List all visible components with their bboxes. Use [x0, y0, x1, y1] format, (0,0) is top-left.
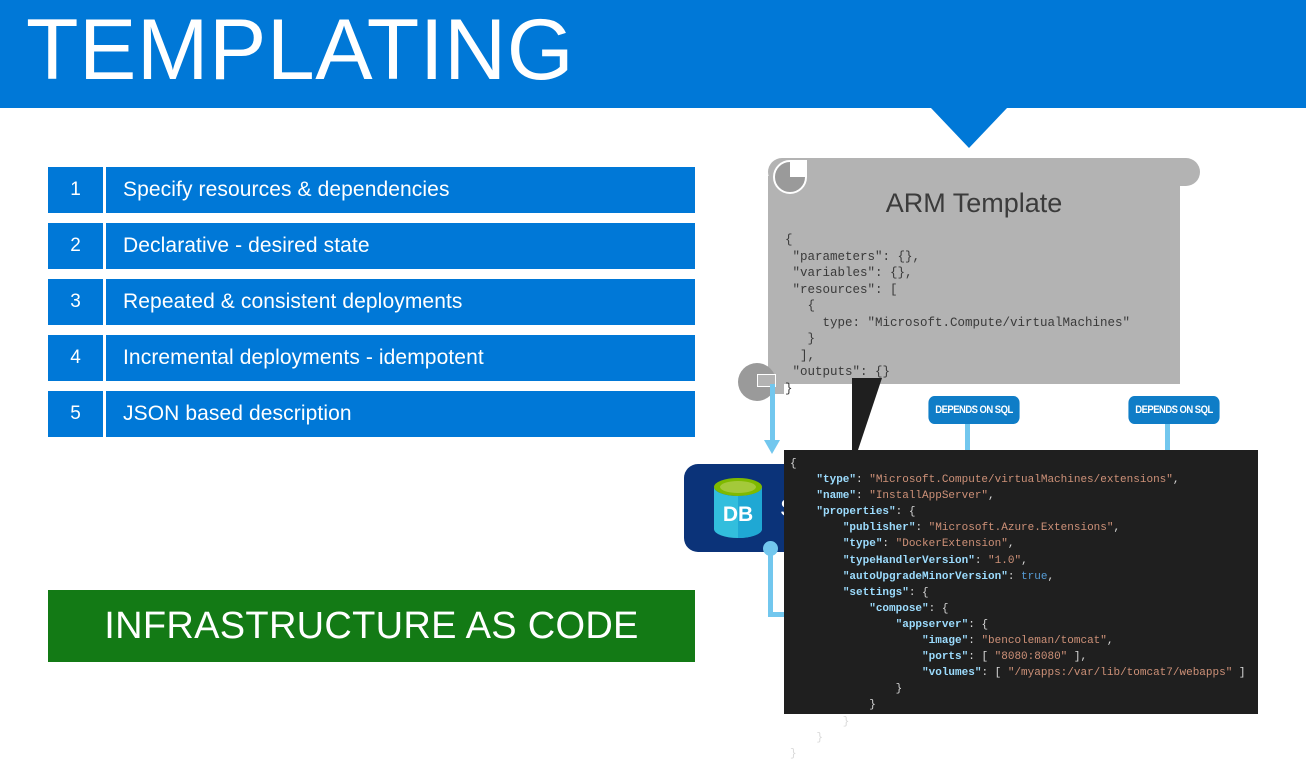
badge-label: DEPENDS ON SQL [1135, 404, 1213, 416]
badge-label: DEPENDS ON SQL [935, 404, 1013, 416]
connector-arm-to-sql [770, 384, 775, 446]
list-item[interactable]: 5 JSON based description [48, 391, 695, 437]
scroll-curl-top-left-notch [790, 160, 807, 177]
list-item-label: Specify resources & dependencies [123, 178, 450, 201]
title-banner: TEMPLATING [0, 0, 1306, 108]
list-item-number: 2 [48, 223, 106, 269]
connector-arrow-head-icon [764, 440, 780, 454]
list-item-number: 4 [48, 335, 106, 381]
extension-code-text: { "type": "Microsoft.Compute/virtualMach… [790, 458, 1246, 760]
arm-template-title: ARM Template [885, 188, 1063, 218]
arm-template-code: { "parameters": {}, "variables": {}, "re… [785, 233, 1131, 396]
numbered-list: 1 Specify resources & dependencies 2 Dec… [48, 167, 695, 447]
depends-on-sql-badge[interactable]: DEPENDS ON SQL [1128, 396, 1220, 424]
list-item[interactable]: 2 Declarative - desired state [48, 223, 695, 269]
extension-code-panel: { "type": "Microsoft.Compute/virtualMach… [784, 450, 1258, 760]
list-item-label: JSON based description [123, 402, 352, 425]
banner-pointer-arrow-icon [931, 108, 1007, 148]
slide-canvas: TEMPLATING 1 Specify resources & depende… [0, 0, 1306, 760]
list-item[interactable]: 3 Repeated & consistent deployments [48, 279, 695, 325]
list-item-number: 5 [48, 391, 106, 437]
list-item-label: Declarative - desired state [123, 234, 370, 257]
infrastructure-as-code-label: INFRASTRUCTURE AS CODE [104, 604, 639, 647]
list-item-number: 3 [48, 279, 106, 325]
depends-on-sql-badge[interactable]: DEPENDS ON SQL [928, 396, 1020, 424]
database-icon: DB [714, 478, 762, 538]
list-item-label: Incremental deployments - idempotent [123, 346, 484, 369]
connector-endpoint-dot-icon [763, 541, 778, 556]
connector-sql-to-code-vertical [768, 548, 773, 616]
list-item[interactable]: 1 Specify resources & dependencies [48, 167, 695, 213]
list-item[interactable]: 4 Incremental deployments - idempotent [48, 335, 695, 381]
list-item-number: 1 [48, 167, 106, 213]
svg-text:DB: DB [723, 503, 753, 526]
page-title: TEMPLATING [26, 2, 575, 98]
list-item-label: Repeated & consistent deployments [123, 290, 463, 313]
infrastructure-as-code-banner: INFRASTRUCTURE AS CODE [48, 590, 695, 662]
